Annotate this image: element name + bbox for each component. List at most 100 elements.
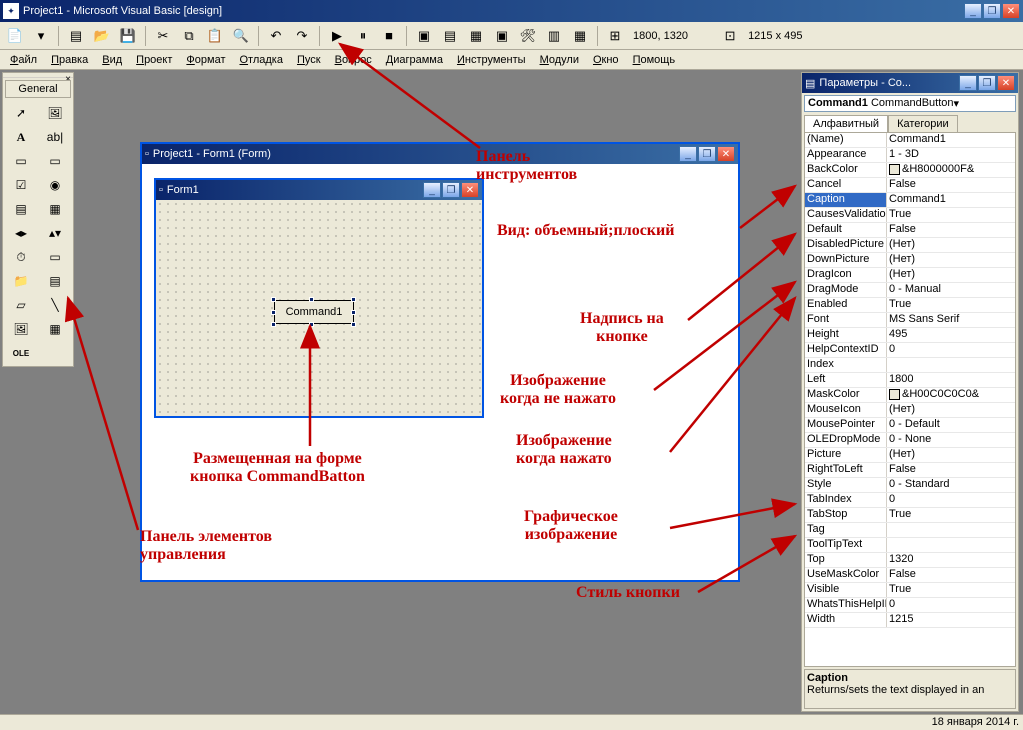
pointer-tool-icon[interactable]: ➚ [5, 102, 37, 124]
save-icon[interactable]: 💾 [117, 25, 139, 47]
property-row[interactable]: HelpContextID0 [805, 343, 1015, 358]
property-row[interactable]: DownPicture(Нет) [805, 253, 1015, 268]
toolbox-icon[interactable]: 🛠 [517, 25, 539, 47]
property-row[interactable]: CausesValidationTrue [805, 208, 1015, 223]
menu-window[interactable]: Окно [587, 52, 625, 68]
pause-icon[interactable]: ⏸ [352, 25, 374, 47]
stop-icon[interactable]: ■ [378, 25, 400, 47]
resize-handle[interactable] [271, 322, 276, 327]
property-row[interactable]: CancelFalse [805, 178, 1015, 193]
property-row[interactable]: Index [805, 358, 1015, 373]
minimize-button[interactable]: _ [964, 3, 982, 19]
property-row[interactable]: Style0 - Standard [805, 478, 1015, 493]
properties-list[interactable]: (Name)Command1Appearance1 - 3DBackColor&… [804, 132, 1016, 667]
property-row[interactable]: TabStopTrue [805, 508, 1015, 523]
designer-close-button[interactable]: ✕ [717, 146, 735, 162]
menu-tools[interactable]: Инструменты [451, 52, 532, 68]
textbox-tool-icon[interactable]: ab| [39, 126, 71, 148]
shape-tool-icon[interactable]: ▱ [5, 294, 37, 316]
data-tool-icon[interactable]: ▦ [39, 318, 71, 340]
property-row[interactable]: EnabledTrue [805, 298, 1015, 313]
property-row[interactable]: VisibleTrue [805, 583, 1015, 598]
property-row[interactable]: ToolTipText [805, 538, 1015, 553]
copy-icon[interactable]: ⧉ [178, 25, 200, 47]
tab-categorized[interactable]: Категории [888, 115, 958, 132]
menu-view[interactable]: Вид [96, 52, 128, 68]
menu-run[interactable]: Пуск [291, 52, 327, 68]
optionbutton-tool-icon[interactable]: ◉ [39, 174, 71, 196]
resize-handle[interactable] [309, 297, 314, 302]
form1-designer[interactable]: ▫ Form1 _ ❐ ✕ Command1 [154, 178, 484, 418]
property-row[interactable]: RightToLeftFalse [805, 463, 1015, 478]
data-view-icon[interactable]: ▥ [543, 25, 565, 47]
property-row[interactable]: (Name)Command1 [805, 133, 1015, 148]
property-row[interactable]: MousePointer0 - Default [805, 418, 1015, 433]
property-row[interactable]: TabIndex0 [805, 493, 1015, 508]
property-row[interactable]: Tag [805, 523, 1015, 538]
property-row[interactable]: Appearance1 - 3D [805, 148, 1015, 163]
designer-titlebar[interactable]: ▫ Project1 - Form1 (Form) _ ❐ ✕ [142, 144, 738, 164]
property-row[interactable]: Height495 [805, 328, 1015, 343]
form-layout-icon[interactable]: ▦ [465, 25, 487, 47]
resize-handle[interactable] [351, 322, 356, 327]
form1-maximize-button[interactable]: ❐ [442, 182, 460, 198]
menu-format[interactable]: Формат [180, 52, 231, 68]
property-row[interactable]: BackColor&H8000000F& [805, 163, 1015, 178]
dirlist-tool-icon[interactable]: 📁 [5, 270, 37, 292]
property-row[interactable]: CaptionCommand1 [805, 193, 1015, 208]
filelist-tool-icon[interactable]: ▤ [39, 270, 71, 292]
form1-titlebar[interactable]: ▫ Form1 _ ❐ ✕ [156, 180, 482, 200]
picturebox-tool-icon[interactable]: 🖼 [39, 102, 71, 124]
command1-button[interactable]: Command1 [274, 300, 354, 324]
image-tool-icon[interactable]: 🖼 [5, 318, 37, 340]
resize-handle[interactable] [309, 322, 314, 327]
find-icon[interactable]: 🔍 [230, 25, 252, 47]
drivelist-tool-icon[interactable]: ▭ [39, 246, 71, 268]
cut-icon[interactable]: ✂ [152, 25, 174, 47]
object-browser-icon[interactable]: ▣ [491, 25, 513, 47]
open-icon[interactable]: 📂 [91, 25, 113, 47]
designer-minimize-button[interactable]: _ [679, 146, 697, 162]
menu-editor-icon[interactable]: ▤ [65, 25, 87, 47]
project-explorer-icon[interactable]: ▣ [413, 25, 435, 47]
timer-tool-icon[interactable]: ⏱ [5, 246, 37, 268]
property-row[interactable]: Width1215 [805, 613, 1015, 628]
start-icon[interactable]: ▶ [326, 25, 348, 47]
property-row[interactable]: DisabledPicture(Нет) [805, 238, 1015, 253]
frame-tool-icon[interactable]: ▭ [5, 150, 37, 172]
designer-maximize-button[interactable]: ❐ [698, 146, 716, 162]
toolbox-tab[interactable]: General [5, 80, 71, 98]
resize-handle[interactable] [271, 297, 276, 302]
property-row[interactable]: DragIcon(Нет) [805, 268, 1015, 283]
property-row[interactable]: FontMS Sans Serif [805, 313, 1015, 328]
menu-edit[interactable]: Правка [45, 52, 94, 68]
property-row[interactable]: Left1800 [805, 373, 1015, 388]
property-row[interactable]: UseMaskColorFalse [805, 568, 1015, 583]
listbox-tool-icon[interactable]: ▦ [39, 198, 71, 220]
menu-file[interactable]: Файл [4, 52, 43, 68]
menu-help[interactable]: Помощь [627, 52, 682, 68]
property-row[interactable]: MaskColor&H00C0C0C0& [805, 388, 1015, 403]
props-maximize-button[interactable]: ❐ [978, 75, 996, 91]
resize-handle[interactable] [351, 297, 356, 302]
close-button[interactable]: ✕ [1002, 3, 1020, 19]
props-minimize-button[interactable]: _ [959, 75, 977, 91]
property-row[interactable]: DefaultFalse [805, 223, 1015, 238]
property-row[interactable]: DragMode0 - Manual [805, 283, 1015, 298]
components-icon[interactable]: ▦ [569, 25, 591, 47]
line-tool-icon[interactable]: ╲ [39, 294, 71, 316]
menu-addins[interactable]: Модули [534, 52, 585, 68]
combobox-tool-icon[interactable]: ▤ [5, 198, 37, 220]
checkbox-tool-icon[interactable]: ☑ [5, 174, 37, 196]
ole-tool-icon[interactable]: OLE [5, 342, 37, 364]
vscroll-tool-icon[interactable]: ▴▾ [39, 222, 71, 244]
maximize-button[interactable]: ❐ [983, 3, 1001, 19]
property-row[interactable]: Top1320 [805, 553, 1015, 568]
label-tool-icon[interactable]: A [5, 126, 37, 148]
menu-debug[interactable]: Отладка [233, 52, 289, 68]
resize-handle[interactable] [351, 310, 356, 315]
property-row[interactable]: WhatsThisHelpID0 [805, 598, 1015, 613]
form1-minimize-button[interactable]: _ [423, 182, 441, 198]
add-project-icon[interactable]: 📄 [4, 25, 26, 47]
menu-project[interactable]: Проект [130, 52, 178, 68]
